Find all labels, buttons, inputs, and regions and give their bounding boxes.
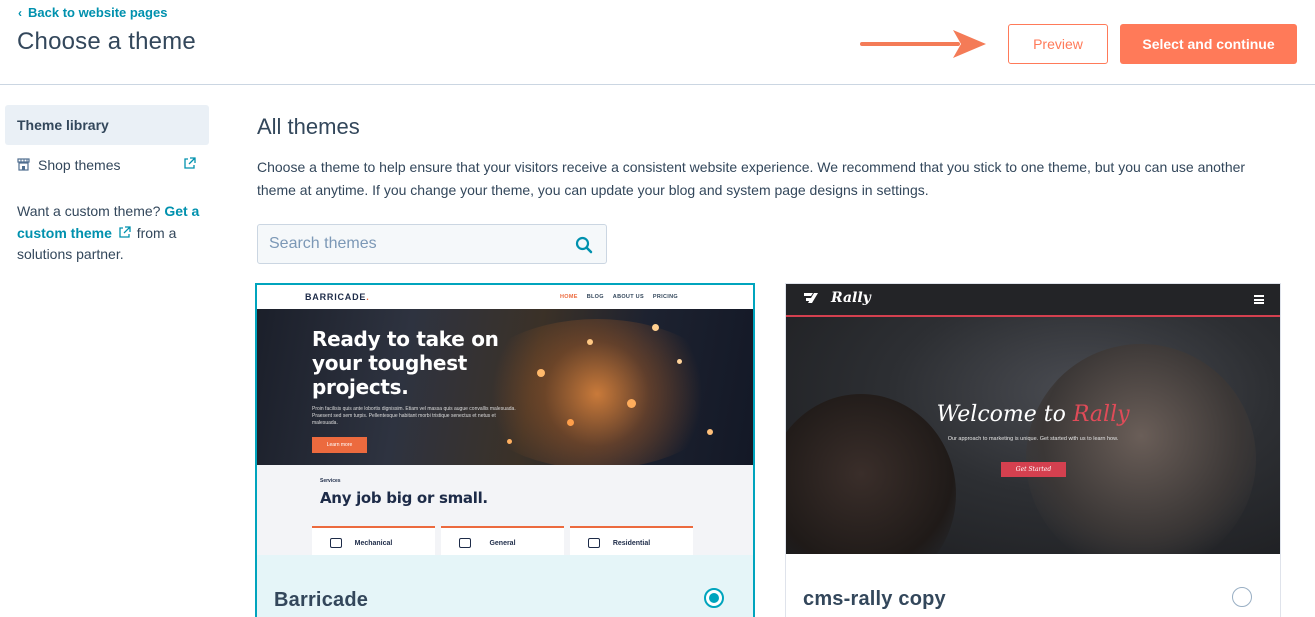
preview-button: Learn more [312, 437, 367, 453]
preview-logo: BARRICADE. [305, 292, 370, 302]
external-link-icon [183, 157, 197, 171]
page-header: ‹ Back to website pages Choose a theme P… [0, 0, 1315, 85]
theme-name: cms-rally copy [803, 588, 946, 610]
preview-logo: Rally [831, 290, 871, 306]
preview-nav: Rally [786, 284, 1280, 317]
section-title: All themes [257, 114, 360, 139]
theme-card-cms-rally-copy[interactable]: Rally Welcome to Rally Our approach to m… [785, 283, 1281, 617]
chevron-left-icon: ‹ [18, 5, 22, 20]
section-description: Choose a theme to help ensure that your … [257, 159, 1246, 198]
search-box [257, 224, 607, 264]
theme-radio-selected[interactable] [704, 588, 724, 608]
preview-headline: Ready to take on your toughest projects. [312, 327, 499, 399]
sidebar-item-shop-themes[interactable]: Shop themes [17, 155, 199, 175]
preview-hero: Ready to take on your toughest projects.… [257, 309, 753, 465]
preview-nav: BARRICADE. HOME BLOG ABOUT US PRICING [257, 285, 753, 309]
preview-subtitle: Our approach to marketing is unique. Get… [947, 436, 1119, 442]
search-input[interactable] [258, 225, 606, 263]
preview-service-box: General [441, 526, 564, 555]
theme-preview-thumbnail: Rally Welcome to Rally Our approach to m… [786, 284, 1280, 554]
sidebar-item-theme-library[interactable]: Theme library [5, 105, 209, 145]
preview-service-box: Residential [570, 526, 693, 555]
sidebar: Theme library Shop themes Want a custom … [0, 86, 225, 617]
theme-card-footer: cms-rally copy [786, 554, 1280, 617]
theme-card-barricade[interactable]: BARRICADE. HOME BLOG ABOUT US PRICING Re… [255, 283, 755, 617]
back-link-label: Back to website pages [28, 5, 168, 20]
preview-button: Get Started [1001, 462, 1066, 477]
preview-menu: HOME BLOG ABOUT US PRICING [560, 294, 678, 300]
back-link[interactable]: ‹ Back to website pages [18, 5, 167, 20]
arrow-right-icon [860, 30, 986, 58]
select-and-continue-button[interactable]: Select and continue [1120, 24, 1297, 64]
page-title: Choose a theme [17, 28, 196, 55]
theme-preview-thumbnail: BARRICADE. HOME BLOG ABOUT US PRICING Re… [257, 285, 753, 555]
preview-service-box: Mechanical [312, 526, 435, 555]
preview-services: Services Any job big or small. Mechanica… [257, 465, 753, 555]
preview-headline: Welcome to Rally [936, 402, 1130, 427]
hamburger-menu-icon [1254, 295, 1264, 304]
sidebar-item-label: Shop themes [38, 157, 121, 173]
rally-logo-icon [804, 293, 818, 303]
search-icon[interactable] [575, 236, 593, 254]
theme-name: Barricade [274, 589, 369, 611]
theme-radio-unselected[interactable] [1232, 587, 1252, 607]
shop-icon [17, 158, 31, 172]
preview-paragraph: Proin facilisis quis ante lobortis digni… [312, 406, 516, 426]
theme-card-footer: Barricade [257, 555, 753, 617]
external-link-icon [118, 224, 131, 238]
custom-theme-text: Want a custom theme? Get a custom theme … [17, 203, 200, 262]
preview-button[interactable]: Preview [1008, 24, 1108, 64]
